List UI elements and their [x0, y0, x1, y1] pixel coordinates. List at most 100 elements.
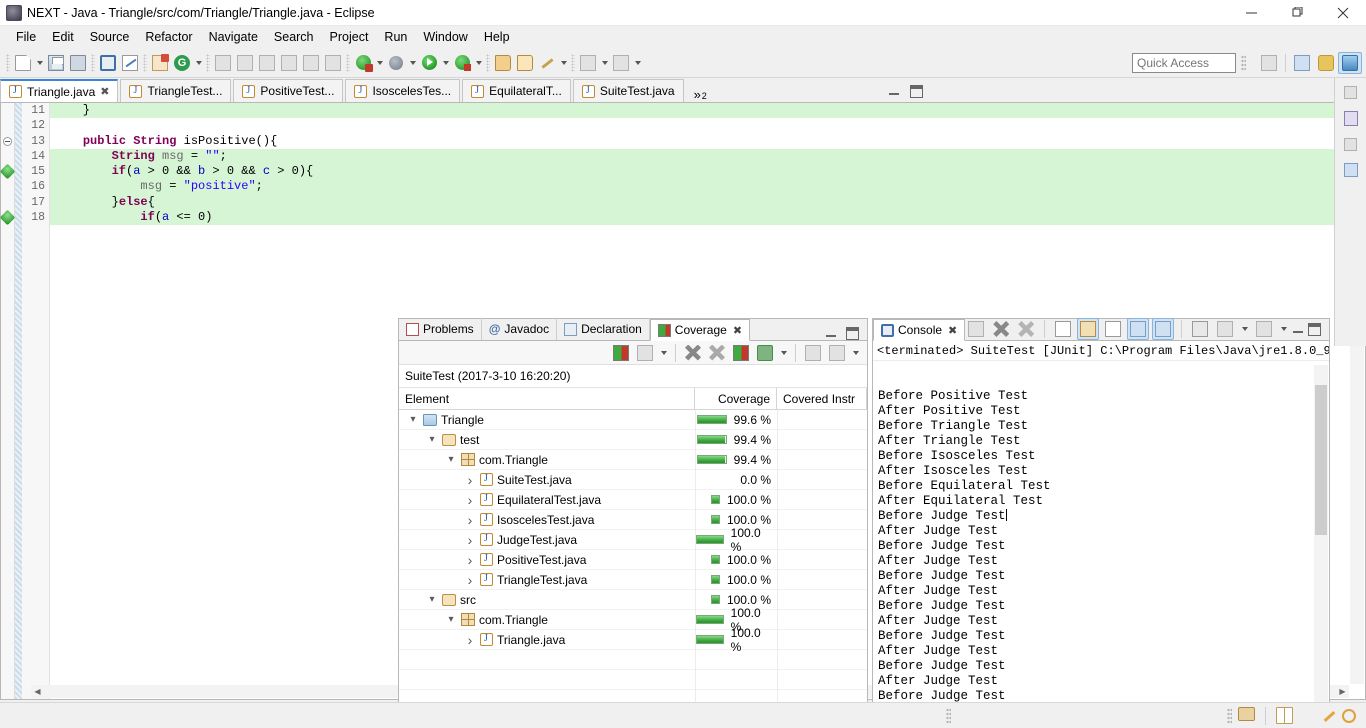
menu-window[interactable]: Window	[415, 28, 475, 46]
skip-breakpoints-button[interactable]	[234, 52, 256, 74]
show-console-error-button[interactable]	[1152, 318, 1175, 340]
editor-maximize-icon[interactable]	[910, 85, 923, 98]
run-button[interactable]	[418, 52, 440, 74]
terminate-button[interactable]	[965, 318, 987, 340]
collapse-arrow-icon[interactable]	[445, 454, 457, 465]
last-edit-button[interactable]	[300, 52, 322, 74]
console-minimize-icon[interactable]	[1292, 323, 1305, 336]
coverage-table-row[interactable]: test 99.4 %	[399, 429, 867, 450]
coverage-maximize-icon[interactable]	[846, 327, 859, 340]
coverage-table-row[interactable]: IsoscelesTest.java 100.0 %	[399, 509, 867, 530]
word-wrap-button[interactable]	[1102, 318, 1124, 340]
show-console-output-button[interactable]	[1127, 318, 1150, 340]
graduation-cap-icon[interactable]	[1299, 707, 1316, 724]
editor-tab-close-icon[interactable]: ✖	[100, 85, 109, 98]
menu-search[interactable]: Search	[266, 28, 322, 46]
editor-tab-triangle-java[interactable]: Triangle.java ✖	[0, 79, 119, 102]
search-button[interactable]	[212, 52, 234, 74]
collapse-arrow-icon[interactable]	[426, 594, 438, 605]
tab-console[interactable]: Console ✖	[873, 319, 966, 341]
coverage-col-coverage[interactable]: Coverage	[695, 387, 777, 410]
display-console-dropdown-icon[interactable]	[1239, 318, 1250, 340]
book-icon[interactable]	[1276, 707, 1293, 724]
open-perspective-button[interactable]	[1257, 52, 1281, 74]
next-annotation-button[interactable]	[256, 52, 278, 74]
circle-icon[interactable]	[1342, 708, 1356, 723]
new-wizard-button[interactable]	[12, 52, 34, 74]
editor-hscroll-right-icon[interactable]: ▶	[1336, 685, 1349, 698]
export-session-button[interactable]	[730, 342, 752, 364]
merge-sessions-button[interactable]	[634, 342, 656, 364]
menu-file[interactable]: File	[8, 28, 44, 46]
new-folder-button[interactable]	[492, 52, 514, 74]
toggle-annotations-button[interactable]	[119, 52, 141, 74]
editor-tab-suitetest[interactable]: SuiteTest.java	[572, 79, 684, 102]
editor-code-line[interactable]: }else{	[50, 194, 1365, 211]
menu-run[interactable]: Run	[376, 28, 415, 46]
quick-access-input[interactable]	[1132, 52, 1236, 73]
minimized-task-list-button[interactable]	[1341, 160, 1361, 180]
perspective-java-button[interactable]	[1338, 51, 1362, 74]
open-console-button-2[interactable]	[1253, 318, 1275, 340]
collapse-arrow-icon[interactable]	[445, 614, 457, 625]
menu-edit[interactable]: Edit	[44, 28, 82, 46]
menu-refactor[interactable]: Refactor	[137, 28, 200, 46]
coverage-col-covered-instr[interactable]: Covered Instr	[777, 387, 867, 410]
toolbar-grip[interactable]	[6, 53, 10, 72]
coverage-table-row[interactable]: com.Triangle 99.4 %	[399, 449, 867, 470]
open-folder-button[interactable]	[514, 52, 536, 74]
toolbar-grip-8[interactable]	[1241, 54, 1246, 71]
breakpoint-marker-icon[interactable]	[0, 209, 16, 226]
open-type-button[interactable]	[322, 52, 344, 74]
previous-edit-button[interactable]	[278, 52, 300, 74]
breakpoint-marker-icon[interactable]	[0, 163, 16, 180]
editor-code-line[interactable]	[50, 118, 1365, 133]
task-dropdown[interactable]	[558, 52, 569, 74]
new-window-button[interactable]	[577, 52, 599, 74]
console-vertical-scrollbar[interactable]	[1314, 365, 1328, 728]
clear-console-button[interactable]	[1052, 318, 1074, 340]
toolbar-grip-2[interactable]	[91, 53, 95, 72]
coverage-button[interactable]	[352, 52, 374, 74]
pencil-status-icon[interactable]	[1238, 707, 1255, 724]
remove-session-button[interactable]	[682, 342, 704, 364]
coverage-table-row[interactable]: SuiteTest.java 0.0 %	[399, 469, 867, 490]
new-java-project-button[interactable]	[149, 52, 171, 74]
editor-code-line[interactable]: if(a > 0 && b > 0 && c > 0){	[50, 164, 1365, 180]
editor-code-line[interactable]: String msg = "";	[50, 148, 1365, 165]
collapse-all-button[interactable]	[802, 342, 824, 364]
toolbar-grip-4[interactable]	[206, 53, 210, 72]
coverage-table-row[interactable]: Triangle 99.6 %	[399, 409, 867, 430]
display-console-button[interactable]	[1214, 318, 1236, 340]
editor-tab-overflow[interactable]: » 2	[686, 87, 717, 102]
restore-bottom-button[interactable]	[1341, 134, 1361, 154]
editor-hscroll-left-icon[interactable]: ◀	[31, 685, 44, 698]
open-console-dropdown-icon[interactable]	[1278, 318, 1289, 340]
expand-arrow-icon[interactable]	[464, 632, 476, 648]
editor-tab-isoscelestest[interactable]: IsoscelesTes...	[345, 79, 461, 102]
open-console-button[interactable]	[97, 52, 119, 74]
collapse-arrow-icon[interactable]	[426, 434, 438, 445]
git-button[interactable]: G	[171, 52, 193, 74]
menu-help[interactable]: Help	[476, 28, 518, 46]
close-button[interactable]	[1320, 0, 1366, 26]
restore-view-button[interactable]	[1341, 82, 1361, 102]
fold-collapse-icon[interactable]	[3, 136, 12, 146]
editor-minimize-icon[interactable]	[888, 85, 901, 98]
perspective-resource-button[interactable]	[1290, 52, 1314, 74]
coverage-table-row[interactable]: PositiveTest.java 100.0 %	[399, 549, 867, 570]
tab-declaration[interactable]: Declaration	[557, 318, 650, 340]
new-wizard-dropdown[interactable]	[34, 52, 45, 74]
editor-code-line[interactable]: }	[50, 103, 1365, 119]
coverage-table-row[interactable]: EquilateralTest.java 100.0 %	[399, 489, 867, 510]
debug-button[interactable]	[385, 52, 407, 74]
console-output[interactable]: Before Positive Test After Positive Test B…	[874, 389, 1314, 728]
status-bar-grip[interactable]	[946, 707, 951, 724]
editor-code-line[interactable]: public String isPositive(){	[50, 134, 1365, 149]
tab-coverage[interactable]: Coverage ✖	[649, 319, 751, 341]
toolbar-grip-6[interactable]	[486, 53, 490, 72]
git-dropdown[interactable]	[193, 52, 204, 74]
toolbar-grip-5[interactable]	[346, 53, 350, 72]
coverage-col-element[interactable]: Element	[399, 387, 695, 410]
menu-project[interactable]: Project	[322, 28, 377, 46]
